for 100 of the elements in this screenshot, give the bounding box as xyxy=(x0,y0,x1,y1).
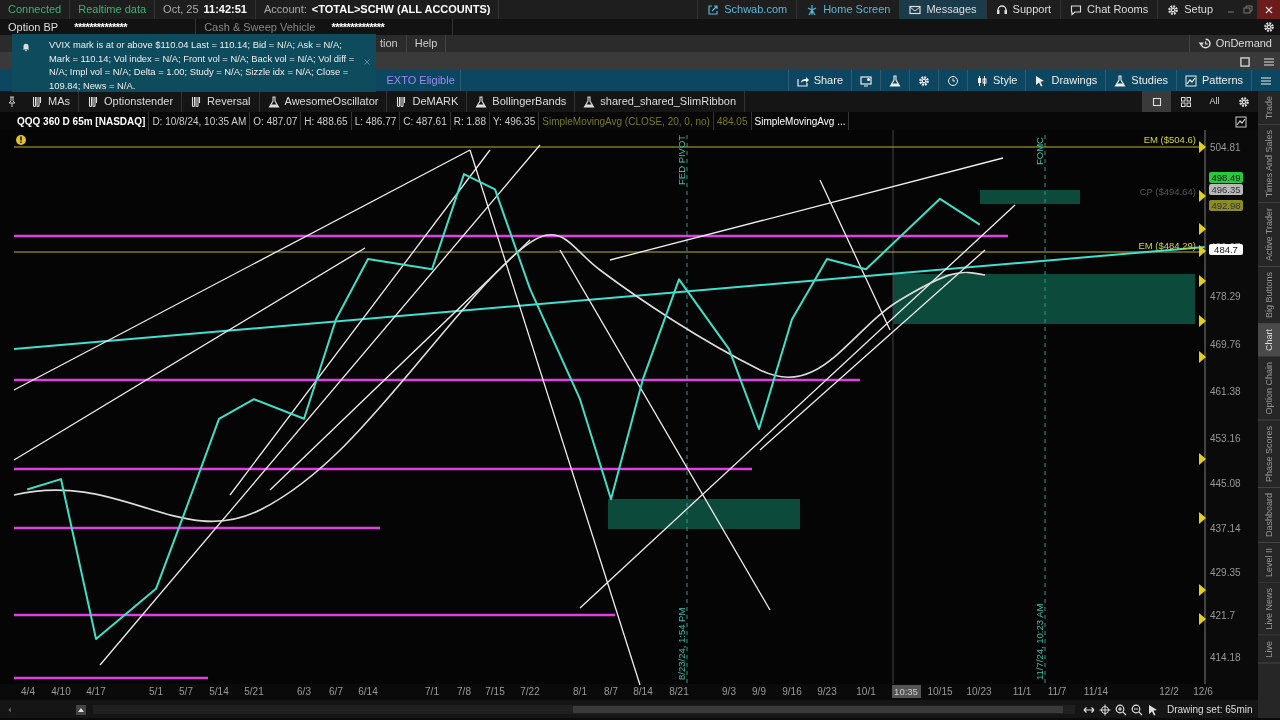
axis-label: 6/3 xyxy=(297,686,311,697)
alert-text: VVIX mark is at or above $110.04 Last = 110.14; Bid = N/A; Ask = N/A; Mark = 110.14; Vol index = N/A; Front vol = N/A; Back vol = N/A; Vol diff = N/A; Impl vol = N/A; Delta = 1.00; Study = N/A; Sizzle idx = N/A; Close = 109.84; News = N/A. xyxy=(49,39,355,91)
axis-label: 5/1 xyxy=(149,686,163,697)
side-tab[interactable]: Live xyxy=(1258,635,1280,664)
side-tab[interactable]: Live News xyxy=(1258,583,1280,636)
axis-label: 4/17 xyxy=(86,686,106,697)
axis-label: 5/21 xyxy=(244,686,264,697)
triangle-marker-icon xyxy=(1199,584,1206,596)
axis-label: 9/16 xyxy=(782,686,802,697)
account-label: Account: xyxy=(264,2,307,18)
axis-label: 414.18 xyxy=(1210,652,1241,663)
price-tag: 492.98 xyxy=(1209,200,1243,211)
headset-icon xyxy=(995,3,1008,16)
axis-label: 11/7 xyxy=(1047,686,1067,697)
price-tag: 496.35 xyxy=(1209,184,1243,195)
drawing-set-text: Drawing set: 65min xyxy=(1165,702,1254,717)
share-icon xyxy=(796,74,809,87)
axis-label: 8/14 xyxy=(633,686,653,697)
balance-label: Option BP xyxy=(8,19,59,35)
axis-label: 10/1 xyxy=(856,686,876,697)
axis-label: 469.76 xyxy=(1210,339,1241,351)
flask-icon xyxy=(583,95,596,108)
chat-bubble-icon xyxy=(1070,3,1083,16)
event-label: 11/7/24, 10:23 AM xyxy=(1034,603,1045,680)
axis-label: 6/14 xyxy=(358,686,378,697)
status-text: Realtime data xyxy=(78,2,147,18)
figure-icon xyxy=(806,3,819,16)
gear-icon[interactable] xyxy=(1262,21,1275,33)
side-tab[interactable]: Option Chain xyxy=(1258,357,1280,421)
axis-label: 504.81 xyxy=(1210,142,1241,153)
level-label: CP ($494.64) xyxy=(1139,186,1196,197)
axis-label: 9/9 xyxy=(752,686,766,697)
balance-label: Cash & Sweep Vehicle xyxy=(204,19,316,35)
gear-icon xyxy=(1167,3,1180,16)
axis-label: 9/23 xyxy=(817,686,837,697)
axis-label: 7/1 xyxy=(425,686,439,697)
axis-label: 421.7 xyxy=(1210,609,1236,621)
test-tubes-icon xyxy=(395,95,408,108)
price-tag: 484.7 xyxy=(1209,244,1243,255)
test-tubes-icon xyxy=(190,95,203,108)
event-label: FOMC xyxy=(1034,137,1045,165)
event-label: FED PIVOT xyxy=(676,134,687,185)
axis-label: 461.38 xyxy=(1210,386,1241,398)
axis-label: 9/3 xyxy=(722,686,736,697)
square-icon[interactable] xyxy=(1237,54,1252,69)
external-link-icon xyxy=(707,3,720,16)
square-button[interactable] xyxy=(1142,91,1171,112)
triangle-marker-icon xyxy=(1199,275,1206,287)
envelope-icon xyxy=(909,3,922,16)
zoom-out-icon[interactable] xyxy=(1131,703,1144,716)
axis-label: 453.16 xyxy=(1210,432,1241,444)
axis-label: 11/14 xyxy=(1083,686,1109,697)
axis-label: 8/1 xyxy=(573,686,587,697)
scrollbar-thumb[interactable] xyxy=(573,705,1063,713)
restore-icon[interactable] xyxy=(1242,3,1255,16)
axis-label: 12/2 xyxy=(1159,686,1179,697)
axis-label: 4/4 xyxy=(21,686,35,697)
collapse-icon[interactable] xyxy=(75,703,87,716)
price-tag: 498.49 xyxy=(1209,172,1243,183)
triangle-marker-icon xyxy=(1199,613,1206,625)
side-tab[interactable]: Chart xyxy=(1258,324,1280,358)
triangle-marker-icon xyxy=(1199,351,1206,363)
axis-label: 445.08 xyxy=(1210,478,1241,490)
clock-icon xyxy=(947,74,959,87)
flask-icon xyxy=(1114,74,1127,87)
axis-label: 10/23 xyxy=(966,686,992,697)
side-tab[interactable]: Active Trader xyxy=(1258,203,1280,268)
menu-icon[interactable] xyxy=(1262,55,1275,68)
menu-icon xyxy=(1260,74,1272,87)
info-icon xyxy=(16,135,26,145)
axis-label: 7/22 xyxy=(520,686,540,697)
clock-time: 11:42:51 xyxy=(203,2,247,18)
axis-label: 437.14 xyxy=(1210,522,1241,534)
header-link[interactable]: Messages xyxy=(899,0,986,19)
bell-icon xyxy=(21,41,31,52)
account-selector[interactable]: <TOTAL>SCHW (ALL ACCOUNTS) xyxy=(311,1,491,18)
flask-icon xyxy=(889,74,901,87)
chart-pattern-icon[interactable] xyxy=(1235,115,1247,128)
date-text: Oct, 25 xyxy=(163,2,199,18)
triangle-marker-icon xyxy=(1199,453,1206,465)
crosshair-icon[interactable] xyxy=(1099,703,1112,716)
grid-icon xyxy=(1179,95,1192,108)
masked-value: ************** xyxy=(331,19,385,35)
test-tubes-icon xyxy=(31,95,43,108)
axis-label: 7/15 xyxy=(485,686,505,697)
axis-label: 5/7 xyxy=(179,686,193,697)
history-icon xyxy=(1197,37,1211,50)
flask-icon xyxy=(475,95,488,108)
triangle-marker-icon xyxy=(1199,223,1206,235)
status-text: Connected xyxy=(8,2,62,18)
axis-label: 8/21 xyxy=(669,686,689,697)
all-button[interactable]: All xyxy=(1200,91,1229,112)
level-label: EM ($484.29) xyxy=(1138,240,1196,251)
zoom-in-icon[interactable] xyxy=(1115,703,1128,716)
side-tab[interactable]: Times And Sales xyxy=(1258,125,1280,204)
gear-icon xyxy=(1237,95,1250,108)
axis-label: 4/10 xyxy=(51,686,71,697)
crosshair-time-label: 10:35 xyxy=(892,685,921,698)
flask-icon xyxy=(267,95,280,108)
monitor-icon xyxy=(860,74,872,87)
